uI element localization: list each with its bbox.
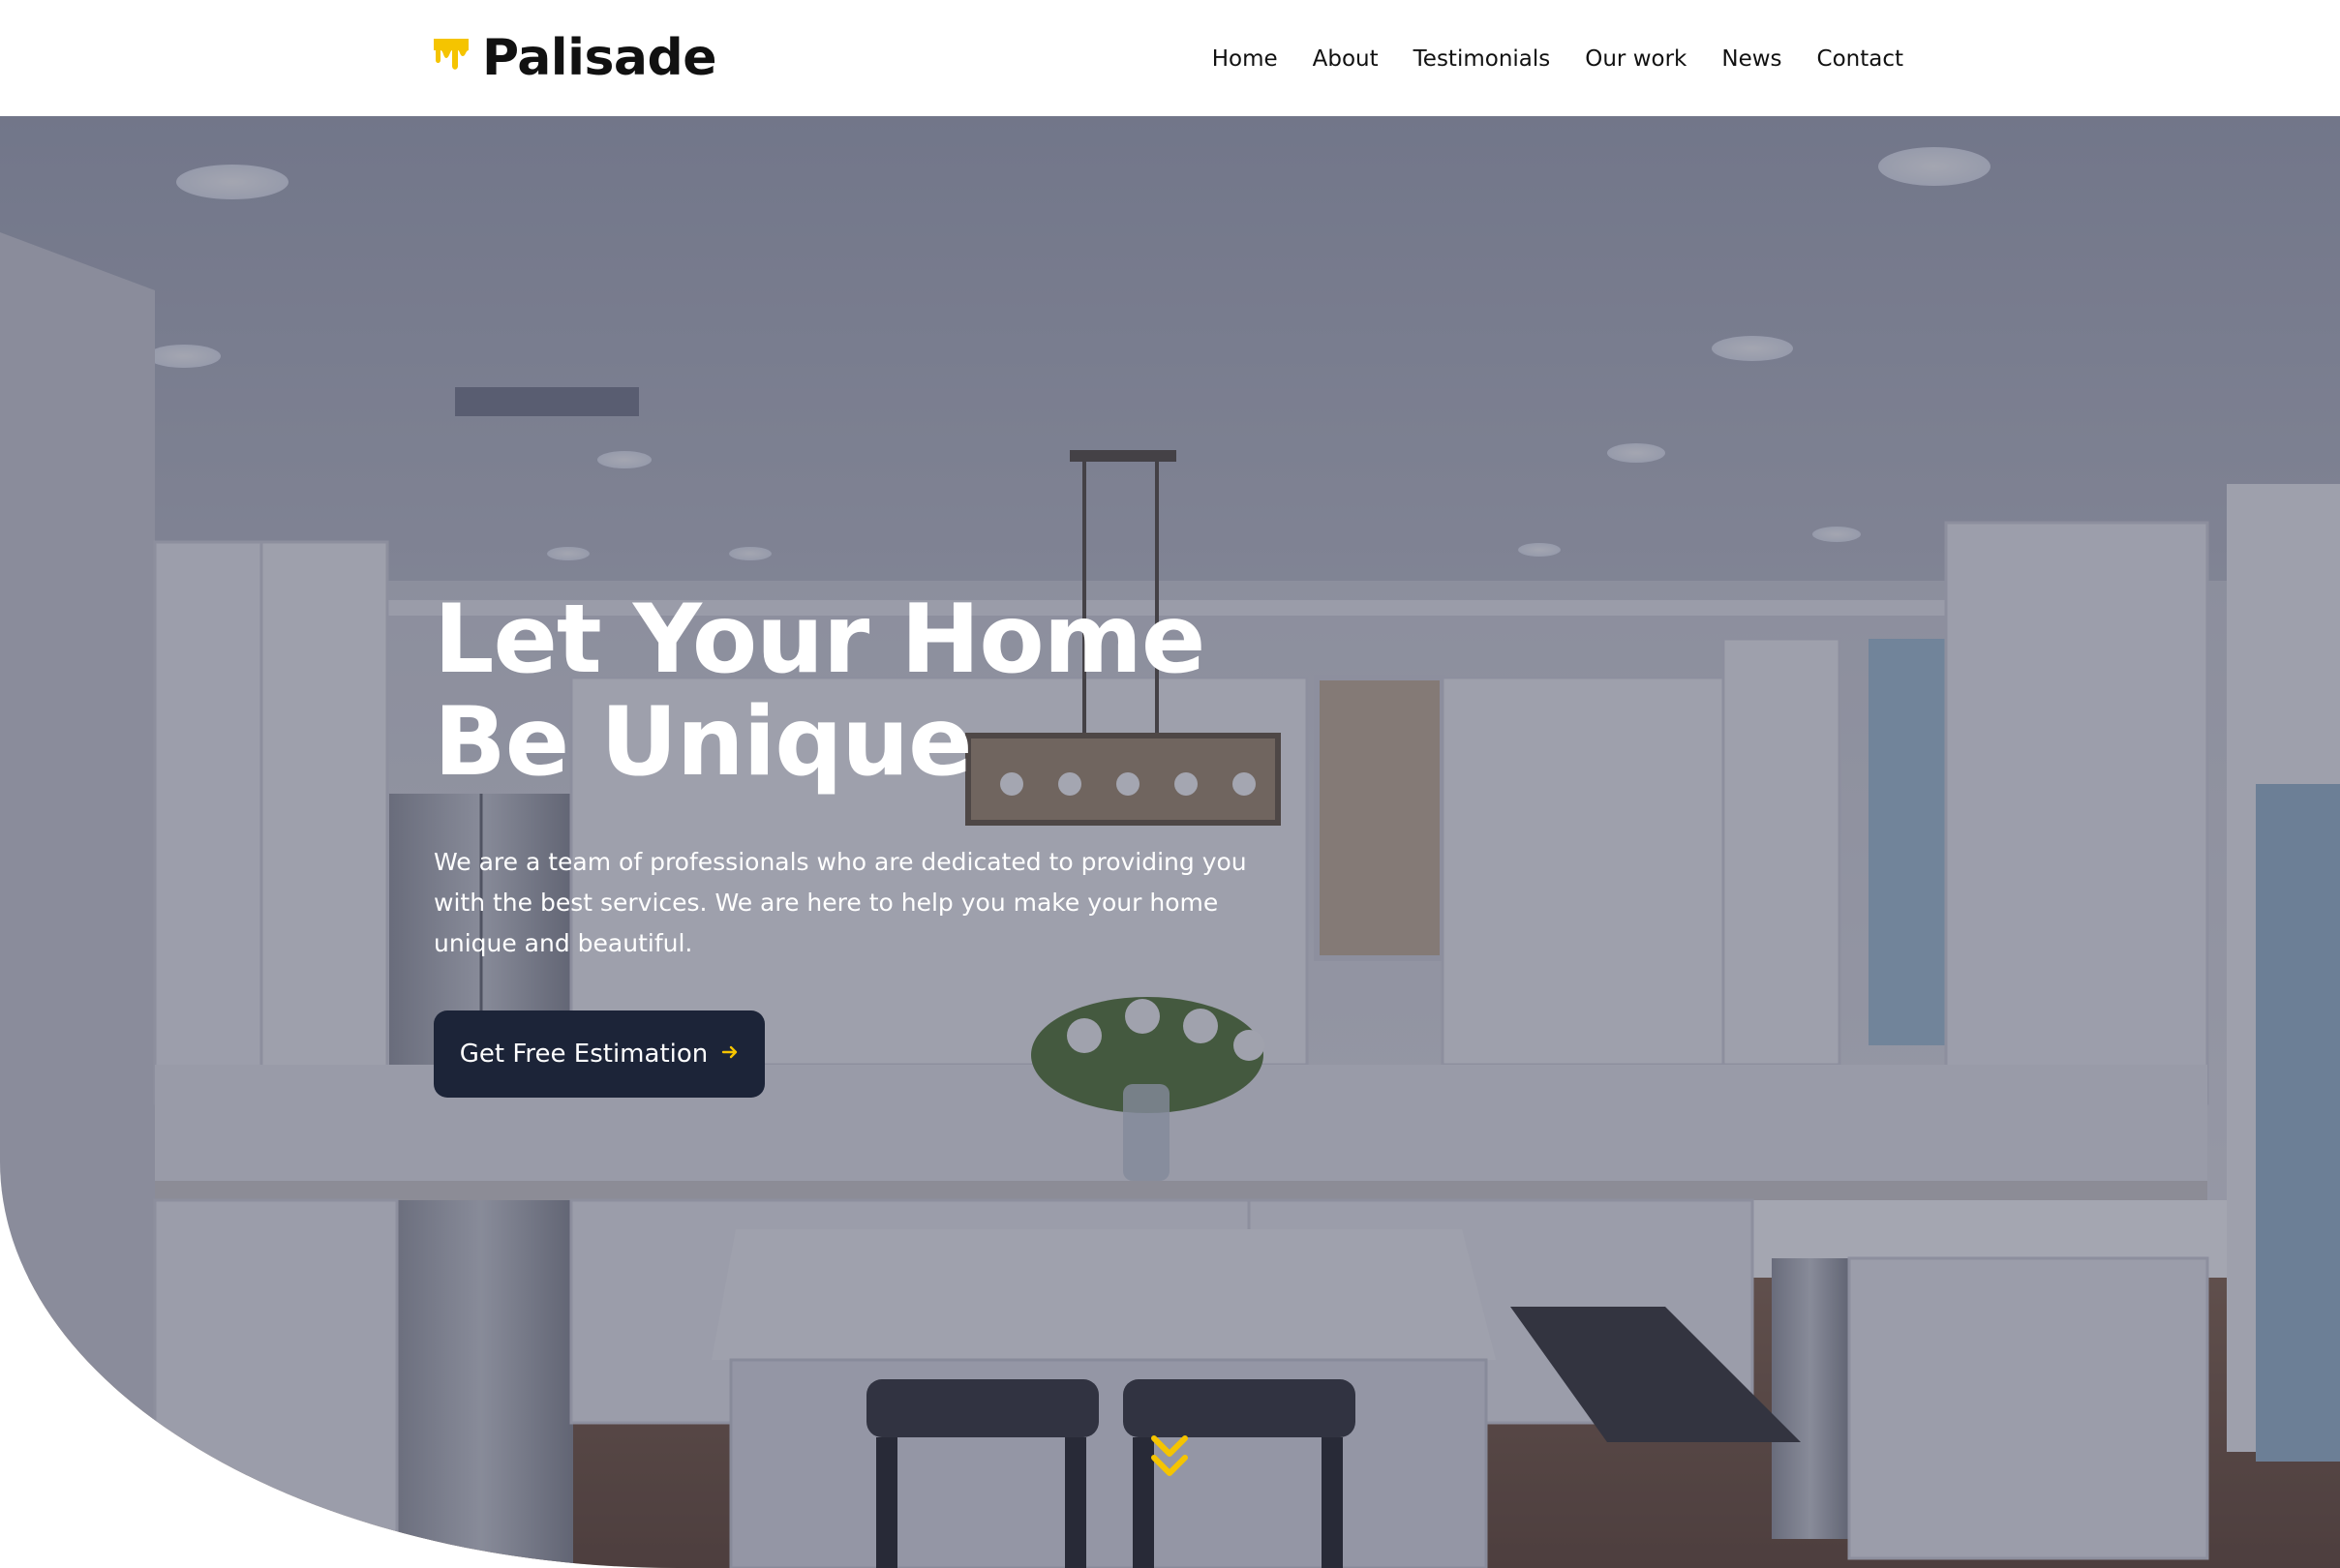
brand-name: Palisade xyxy=(482,29,716,87)
site-header: Palisade Home About Testimonials Our wor… xyxy=(0,0,2340,116)
hero-headline: Let Your Home Be Unique xyxy=(434,588,1305,794)
nav-item-about[interactable]: About xyxy=(1313,39,1379,79)
nav-item-our-work[interactable]: Our work xyxy=(1585,39,1687,79)
logo[interactable]: Palisade xyxy=(434,29,716,87)
nav-item-testimonials[interactable]: Testimonials xyxy=(1413,39,1551,79)
double-chevron-down-icon[interactable] xyxy=(1148,1432,1191,1481)
nav-item-contact[interactable]: Contact xyxy=(1817,39,1903,79)
headline-line-2: Be Unique xyxy=(434,687,973,798)
hero-section: Let Your Home Be Unique We are a team of… xyxy=(0,116,2340,1568)
hero-description: We are a team of professionals who are d… xyxy=(434,848,1247,957)
paint-drip-icon xyxy=(434,39,469,70)
cta-label: Get Free Estimation xyxy=(459,1040,709,1069)
get-free-estimation-button[interactable]: Get Free Estimation xyxy=(434,1010,765,1098)
arrow-right-icon xyxy=(721,1042,739,1067)
nav-item-home[interactable]: Home xyxy=(1212,39,1278,79)
main-nav: Home About Testimonials Our work News Co… xyxy=(1212,39,1903,79)
nav-item-news[interactable]: News xyxy=(1721,39,1781,79)
headline-line-1: Let Your Home xyxy=(434,585,1205,695)
